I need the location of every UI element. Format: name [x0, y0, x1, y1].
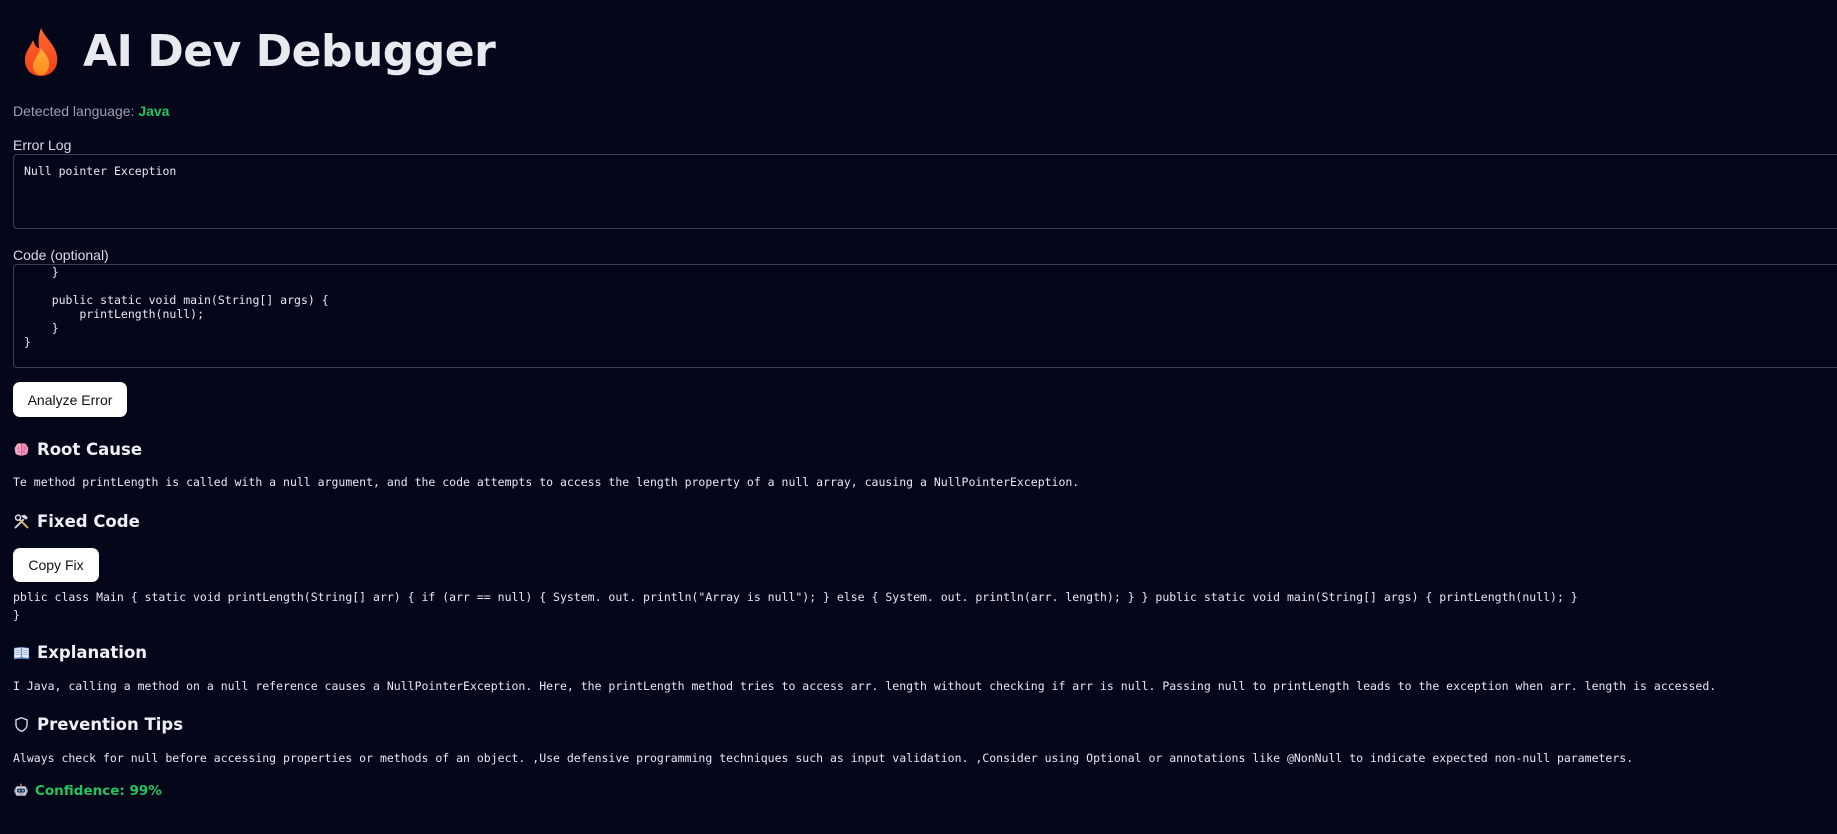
fixed-code-line-1: pblic class Main { static void printLeng…	[13, 590, 1578, 604]
page: AI Dev Debugger Detected language: Java …	[0, 0, 1837, 834]
error-log-label: Error Log	[13, 137, 72, 153]
detected-language: Detected language: Java	[13, 103, 169, 119]
prevention-tips-text: Always check for null before accessing p…	[13, 751, 1634, 765]
shield-icon	[15, 716, 28, 733]
detected-language-prefix: Detected language:	[13, 103, 135, 119]
brain-icon	[14, 443, 29, 456]
root-cause-text: Te method printLength is called with a n…	[13, 475, 1080, 489]
analyze-error-button[interactable]: Analyze Error	[13, 382, 127, 417]
fixed-code-heading: Fixed Code	[13, 512, 140, 531]
hammer-wrench-icon	[14, 514, 29, 529]
code-label: Code (optional)	[13, 247, 109, 263]
app-title: AI Dev Debugger	[83, 26, 496, 77]
prevention-tips-heading: Prevention Tips	[13, 715, 183, 734]
flame-icon	[24, 28, 58, 76]
copy-fix-button[interactable]: Copy Fix	[13, 548, 99, 582]
open-book-icon	[13, 647, 30, 660]
root-cause-title: Root Cause	[37, 440, 143, 459]
detected-language-value: Java	[138, 103, 170, 119]
root-cause-heading: Root Cause	[13, 440, 142, 459]
code-textarea[interactable]: } public static void main(String[] args)…	[13, 264, 1837, 368]
fixed-code-line-2: }	[13, 608, 20, 622]
prevention-tips-title: Prevention Tips	[37, 715, 184, 734]
confidence-text: Confidence: 99%	[35, 783, 162, 799]
explanation-heading: Explanation	[13, 643, 147, 662]
explanation-text: I Java, calling a method on a null refer…	[13, 679, 1717, 693]
error-log-textarea[interactable]: Null pointer Exception	[13, 154, 1837, 229]
robot-icon	[14, 783, 28, 796]
confidence: Confidence: 99%	[13, 783, 162, 799]
fixed-code-title: Fixed Code	[37, 512, 140, 531]
explanation-title: Explanation	[37, 643, 148, 662]
title-row: AI Dev Debugger	[21, 22, 496, 82]
